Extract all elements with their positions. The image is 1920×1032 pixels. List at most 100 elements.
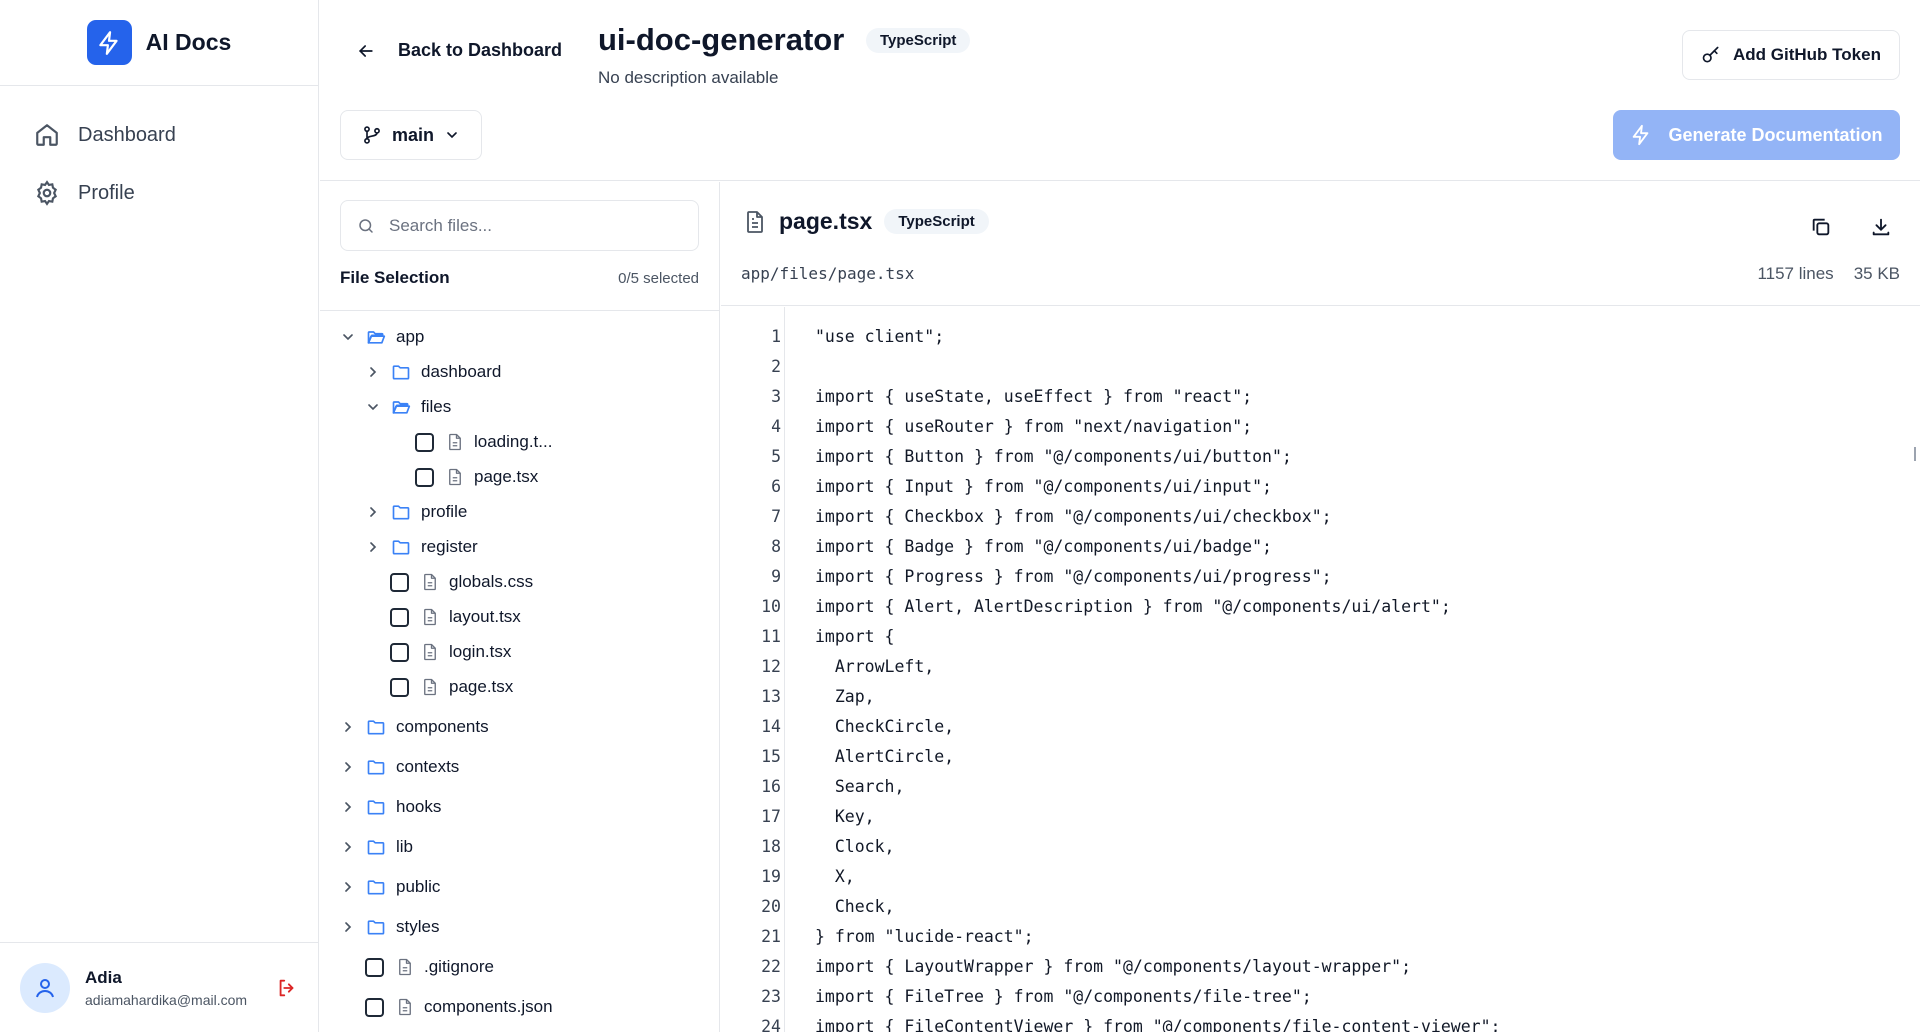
code-line: 24 import { FileContentViewer } from "@/c… [721, 1011, 1500, 1032]
file-item[interactable]: globals.css [390, 567, 533, 597]
file-checkbox[interactable] [415, 467, 434, 487]
line-number: 22 [761, 956, 781, 976]
folder-item[interactable]: contexts [340, 752, 459, 782]
code-line: 22 import { LayoutWrapper } from "@/compo… [721, 951, 1411, 981]
file-viewer: page.tsx TypeScript app/files/page.tsx 1… [721, 182, 1920, 1032]
tree-item-label: loading.t... [474, 432, 553, 451]
code-text: import { useRouter } from "next/navigati… [815, 416, 1253, 436]
folder-item[interactable]: register [365, 532, 478, 562]
folder-icon [367, 880, 385, 895]
folder-icon [392, 540, 410, 555]
file-checkbox[interactable] [390, 677, 409, 697]
file-checkbox[interactable] [390, 607, 409, 627]
folder-item[interactable]: styles [340, 912, 439, 942]
code-text: } from "lucide-react"; [815, 926, 1034, 946]
folder-item[interactable]: app [340, 322, 424, 352]
copy-icon[interactable] [1806, 212, 1836, 242]
file-item[interactable]: layout.tsx [390, 602, 521, 632]
file-checkbox[interactable] [415, 432, 434, 452]
arrow-left-icon [358, 44, 373, 57]
folder-icon [367, 720, 385, 735]
tree-item-label: files [421, 397, 452, 416]
tree-item-label: login.tsx [449, 642, 512, 661]
line-number: 6 [771, 476, 781, 496]
folder-item[interactable]: components [340, 712, 489, 742]
generate-documentation-button[interactable]: Generate Documentation [1613, 110, 1900, 160]
code-line: 13 Zap, [721, 681, 875, 711]
folder-item[interactable]: public [340, 872, 440, 902]
file-checkbox[interactable] [390, 572, 409, 592]
tree-item-label: register [421, 537, 478, 556]
user-card: Adia adiamahardika@mail.com [0, 942, 318, 1032]
line-number: 17 [761, 806, 781, 826]
file-icon [449, 468, 461, 486]
code-view[interactable]: 1 "use client"; 2 3 import { useState, useEf… [721, 307, 1920, 1032]
code-text: import { FileTree } from "@/components/f… [815, 986, 1312, 1006]
folder-item[interactable]: dashboard [365, 357, 501, 387]
file-checkbox[interactable] [365, 997, 384, 1017]
file-search [340, 200, 699, 251]
app-logo[interactable]: AI Docs [0, 0, 318, 86]
sidebar-item-profile[interactable]: Profile [0, 164, 318, 222]
line-number: 19 [761, 866, 781, 886]
code-line: 16 Search, [721, 771, 904, 801]
file-item[interactable]: .gitignore [365, 952, 494, 982]
avatar [20, 962, 70, 1013]
chevron-right-icon [370, 367, 377, 377]
chevron-down-icon [447, 132, 457, 139]
tree-item-label: components [396, 717, 489, 736]
file-icon [424, 678, 436, 696]
download-icon[interactable] [1866, 212, 1896, 242]
file-item[interactable]: login.tsx [390, 637, 511, 667]
line-number: 10 [761, 596, 781, 616]
code-line: 12 ArrowLeft, [721, 651, 934, 681]
tree-item-label: .gitignore [424, 957, 494, 976]
code-line: 17 Key, [721, 801, 874, 831]
language-badge: TypeScript [866, 28, 971, 53]
code-text: Zap, [815, 686, 875, 706]
code-text: "use client"; [815, 326, 945, 346]
search-input[interactable] [389, 215, 679, 236]
line-number: 21 [761, 926, 781, 946]
code-text: import { Badge } from "@/components/ui/b… [815, 536, 1272, 556]
token-label: Add GitHub Token [1733, 45, 1881, 64]
folder-icon [392, 365, 410, 380]
file-item[interactable]: loading.t... [415, 427, 552, 457]
file-checkbox[interactable] [390, 642, 409, 662]
tree-item-label: page.tsx [474, 467, 539, 486]
file-checkbox[interactable] [365, 957, 384, 977]
chevron-right-icon [345, 922, 352, 932]
code-text: import { [815, 626, 895, 646]
tree-item-label: components.json [424, 997, 553, 1016]
folder-item[interactable]: files [365, 392, 451, 422]
file-item[interactable]: components.json [365, 992, 553, 1022]
repo-title: ui-doc-generator [598, 22, 845, 57]
back-to-dashboard-link[interactable]: Back to Dashboard [356, 40, 562, 61]
logout-icon[interactable] [276, 977, 298, 1004]
code-text: import { Button } from "@/components/ui/… [815, 446, 1292, 466]
folder-item[interactable]: profile [365, 497, 467, 527]
tree-item-label: public [396, 877, 441, 896]
file-item[interactable]: page.tsx [415, 462, 538, 492]
sidebar-item-dashboard[interactable]: Dashboard [0, 106, 318, 164]
folder-item[interactable]: hooks [340, 792, 441, 822]
file-selection-title: File Selection [340, 268, 450, 287]
scrollbar[interactable] [1914, 447, 1916, 461]
lightning-icon [1633, 124, 1649, 146]
code-line: 6 import { Input } from "@/components/ui/… [721, 471, 1272, 501]
code-line: 20 Check, [721, 891, 894, 921]
file-icon [424, 643, 436, 661]
line-number: 1 [771, 326, 781, 346]
folder-icon [367, 800, 385, 815]
add-github-token-button[interactable]: Add GitHub Token [1682, 30, 1900, 80]
tree-item-label: profile [421, 502, 468, 521]
line-number: 13 [761, 686, 781, 706]
generate-label: Generate Documentation [1668, 124, 1883, 145]
chevron-right-icon [345, 762, 352, 772]
line-number: 14 [761, 716, 781, 736]
file-item[interactable]: page.tsx [390, 672, 513, 702]
code-line: 4 import { useRouter } from "next/navigat… [721, 411, 1252, 441]
code-line: 11 import { [721, 621, 894, 651]
branch-selector[interactable]: main [340, 110, 482, 160]
folder-item[interactable]: lib [340, 832, 413, 862]
